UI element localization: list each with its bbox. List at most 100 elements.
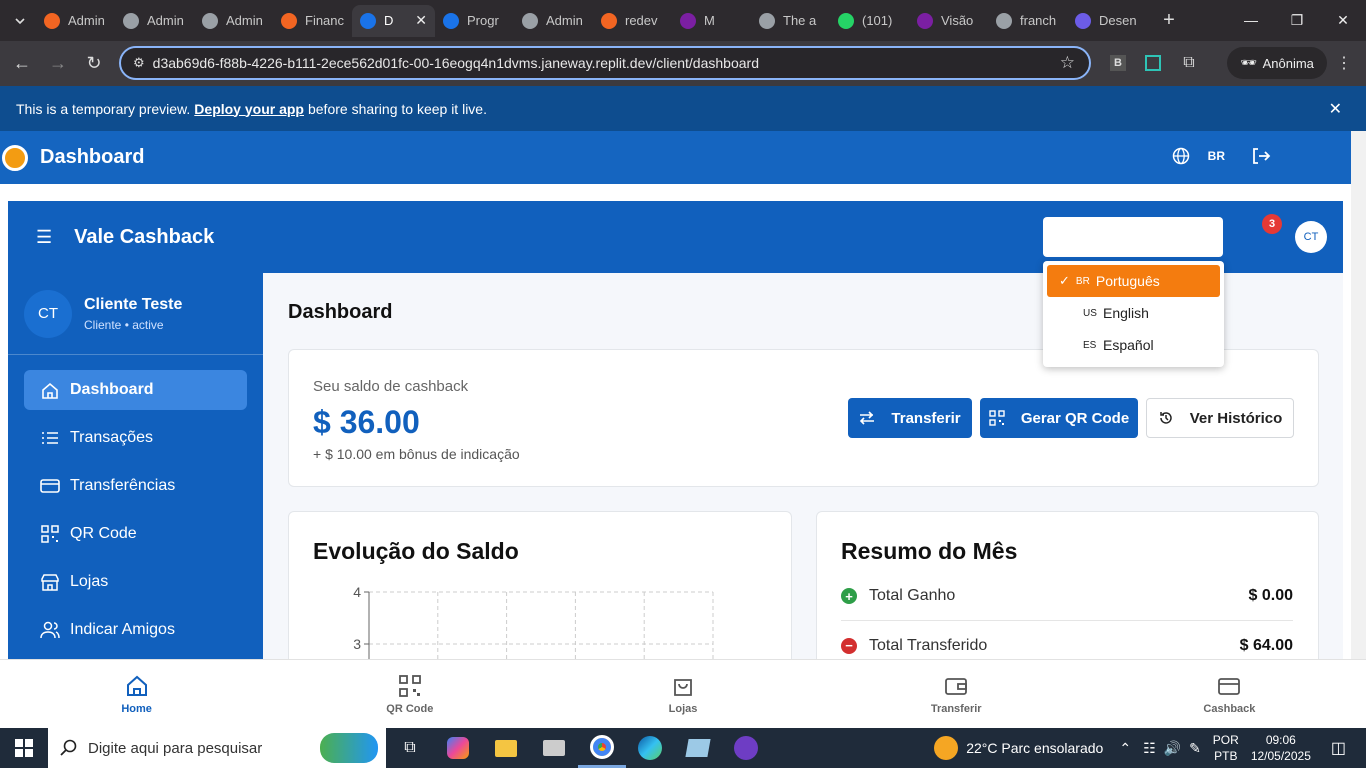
copilot-icon[interactable]	[434, 728, 482, 768]
browser-tab[interactable]: Desen	[1067, 5, 1146, 37]
bottom-nav-item[interactable]: Home	[0, 660, 273, 728]
chrome-icon[interactable]	[578, 728, 626, 768]
page-scrollbar[interactable]	[1351, 131, 1366, 659]
globe-icon[interactable]	[1172, 147, 1190, 165]
system-tray: 22°C Parc ensolarado ⌃ ☷ 🔊 ✎ POR PTB 09:…	[934, 728, 1366, 768]
input-language[interactable]: POR PTB	[1213, 732, 1239, 764]
generate-qr-button[interactable]: Gerar QR Code	[980, 398, 1138, 438]
browser-tab[interactable]: Admin	[194, 5, 273, 37]
avatar[interactable]: CT	[1295, 221, 1327, 253]
clock[interactable]: 09:06 12/05/2025	[1251, 732, 1311, 764]
tab-search-button[interactable]	[4, 5, 36, 37]
browser-tab[interactable]: franch	[988, 5, 1067, 37]
weather-icon[interactable]	[934, 736, 959, 760]
app-logo	[2, 144, 28, 171]
browser-tab[interactable]: Admin	[514, 5, 593, 37]
balance-value: $ 36.00	[313, 404, 420, 440]
browser-tab[interactable]: Visão	[909, 5, 988, 37]
transfer-button[interactable]: Transferir	[848, 398, 972, 438]
github-icon[interactable]	[722, 728, 770, 768]
language-select[interactable]	[1043, 217, 1223, 257]
sidebar-item[interactable]: QR Code	[24, 514, 247, 554]
task-view-icon[interactable]: ⧉	[386, 728, 434, 768]
back-button[interactable]: ←	[4, 46, 40, 82]
browser-tab[interactable]: Admin	[115, 5, 194, 37]
browser-tab[interactable]: Progr	[435, 5, 514, 37]
weather-text[interactable]: 22°C Parc ensolarado	[966, 740, 1103, 756]
site-info-icon[interactable]: ⚙	[133, 55, 145, 71]
balance-card: Seu saldo de cashback $ 36.00 + $ 10.00 …	[288, 349, 1319, 487]
language-code[interactable]: BR	[1208, 149, 1225, 163]
browser-tab[interactable]: D ✕	[352, 4, 435, 37]
sidebar-item[interactable]: Transações	[24, 418, 247, 458]
puzzle-icon[interactable]: ⧉	[1175, 49, 1203, 77]
volume-icon[interactable]: 🔊	[1164, 740, 1181, 757]
home-icon	[40, 380, 60, 400]
sidebar: CT Cliente Teste Cliente • active Dashbo…	[8, 273, 263, 659]
tab-favicon-icon	[44, 12, 60, 29]
menu-icon[interactable]: ☰	[36, 227, 52, 248]
browser-menu-icon[interactable]: ⋮	[1330, 49, 1358, 77]
pen-icon[interactable]: ✎	[1189, 740, 1201, 757]
close-tab-icon[interactable]: ✕	[415, 12, 427, 29]
deploy-link[interactable]: Deploy your app	[194, 101, 304, 117]
logout-icon[interactable]	[1251, 147, 1271, 165]
browser-tab[interactable]: Admin	[36, 5, 115, 37]
browser-tab[interactable]: (101)	[830, 5, 909, 37]
bottom-nav-item[interactable]: QR Code	[273, 660, 546, 728]
address-bar[interactable]: ⚙ d3ab69d6-f88b-4226-b111-2ece562d01fc-0…	[119, 46, 1091, 80]
qr-icon	[40, 524, 60, 544]
sidebar-item[interactable]: Indicar Amigos	[24, 610, 247, 650]
history-icon	[1159, 412, 1172, 424]
file-explorer-icon[interactable]	[482, 728, 530, 768]
qr-icon	[398, 674, 421, 697]
network-icon[interactable]: ☷	[1143, 740, 1156, 757]
incognito-indicator[interactable]: 🕶 Anônima	[1227, 47, 1327, 79]
bottom-nav-item[interactable]: Transferir	[820, 660, 1093, 728]
app-icon[interactable]	[674, 728, 722, 768]
profile-name: Cliente Teste	[84, 295, 183, 313]
sidebar-item[interactable]: Lojas	[24, 562, 247, 602]
browser-tab-strip: Admin Admin Admin Financ D ✕ Progr Admin redev M T…	[0, 0, 1366, 41]
sidebar-item[interactable]: Transferências	[24, 466, 247, 506]
close-window-icon[interactable]: ✕	[1320, 0, 1366, 40]
forward-button[interactable]: →	[40, 46, 76, 82]
chevron-up-icon[interactable]: ⌃	[1119, 740, 1131, 757]
history-button[interactable]: Ver Histórico	[1146, 398, 1294, 438]
notification-badge[interactable]: 3	[1262, 214, 1282, 234]
window-controls: — ❐ ✕	[1228, 0, 1366, 40]
y-tick-label: 3	[353, 636, 361, 652]
taskbar-search-box[interactable]: Digite aqui para pesquisar	[48, 728, 386, 768]
extension-icon[interactable]	[1139, 49, 1167, 77]
windows-taskbar: Digite aqui para pesquisar ⧉ 22°C Parc e…	[0, 728, 1366, 768]
bottom-nav-item[interactable]: Cashback	[1093, 660, 1366, 728]
mail-icon[interactable]	[530, 728, 578, 768]
language-option-es[interactable]: ES Español	[1047, 329, 1220, 361]
tab-favicon-icon	[522, 12, 538, 29]
reload-button[interactable]: ↻	[76, 46, 112, 82]
extension-b-icon[interactable]: B	[1104, 49, 1132, 77]
minimize-icon[interactable]: —	[1228, 0, 1274, 40]
wallet-icon	[945, 677, 968, 695]
browser-tab[interactable]: redev	[593, 5, 672, 37]
sidebar-item[interactable]: Dashboard	[24, 370, 247, 410]
windows-start-button[interactable]	[0, 728, 48, 768]
edge-icon[interactable]	[626, 728, 674, 768]
browser-tab[interactable]: M	[672, 5, 751, 37]
new-tab-button[interactable]: +	[1154, 6, 1184, 36]
profile-avatar: CT	[24, 289, 72, 338]
card-icon	[1218, 677, 1241, 695]
language-option-en[interactable]: US English	[1047, 297, 1220, 329]
language-option-pt[interactable]: ✓ BR Português	[1047, 265, 1220, 297]
app-title: Dashboard	[40, 146, 145, 168]
maximize-icon[interactable]: ❐	[1274, 0, 1320, 40]
browser-tab[interactable]: The a	[751, 5, 830, 37]
star-icon[interactable]: ☆	[1060, 53, 1075, 73]
card-icon	[40, 476, 60, 496]
users-icon	[40, 620, 60, 640]
summary-title: Resumo do Mês	[841, 538, 1018, 564]
notifications-icon[interactable]: ◫	[1331, 738, 1346, 758]
browser-tab[interactable]: Financ	[273, 5, 352, 37]
bottom-nav-item[interactable]: Lojas	[546, 660, 819, 728]
close-banner-icon[interactable]: ✕	[1329, 99, 1342, 119]
